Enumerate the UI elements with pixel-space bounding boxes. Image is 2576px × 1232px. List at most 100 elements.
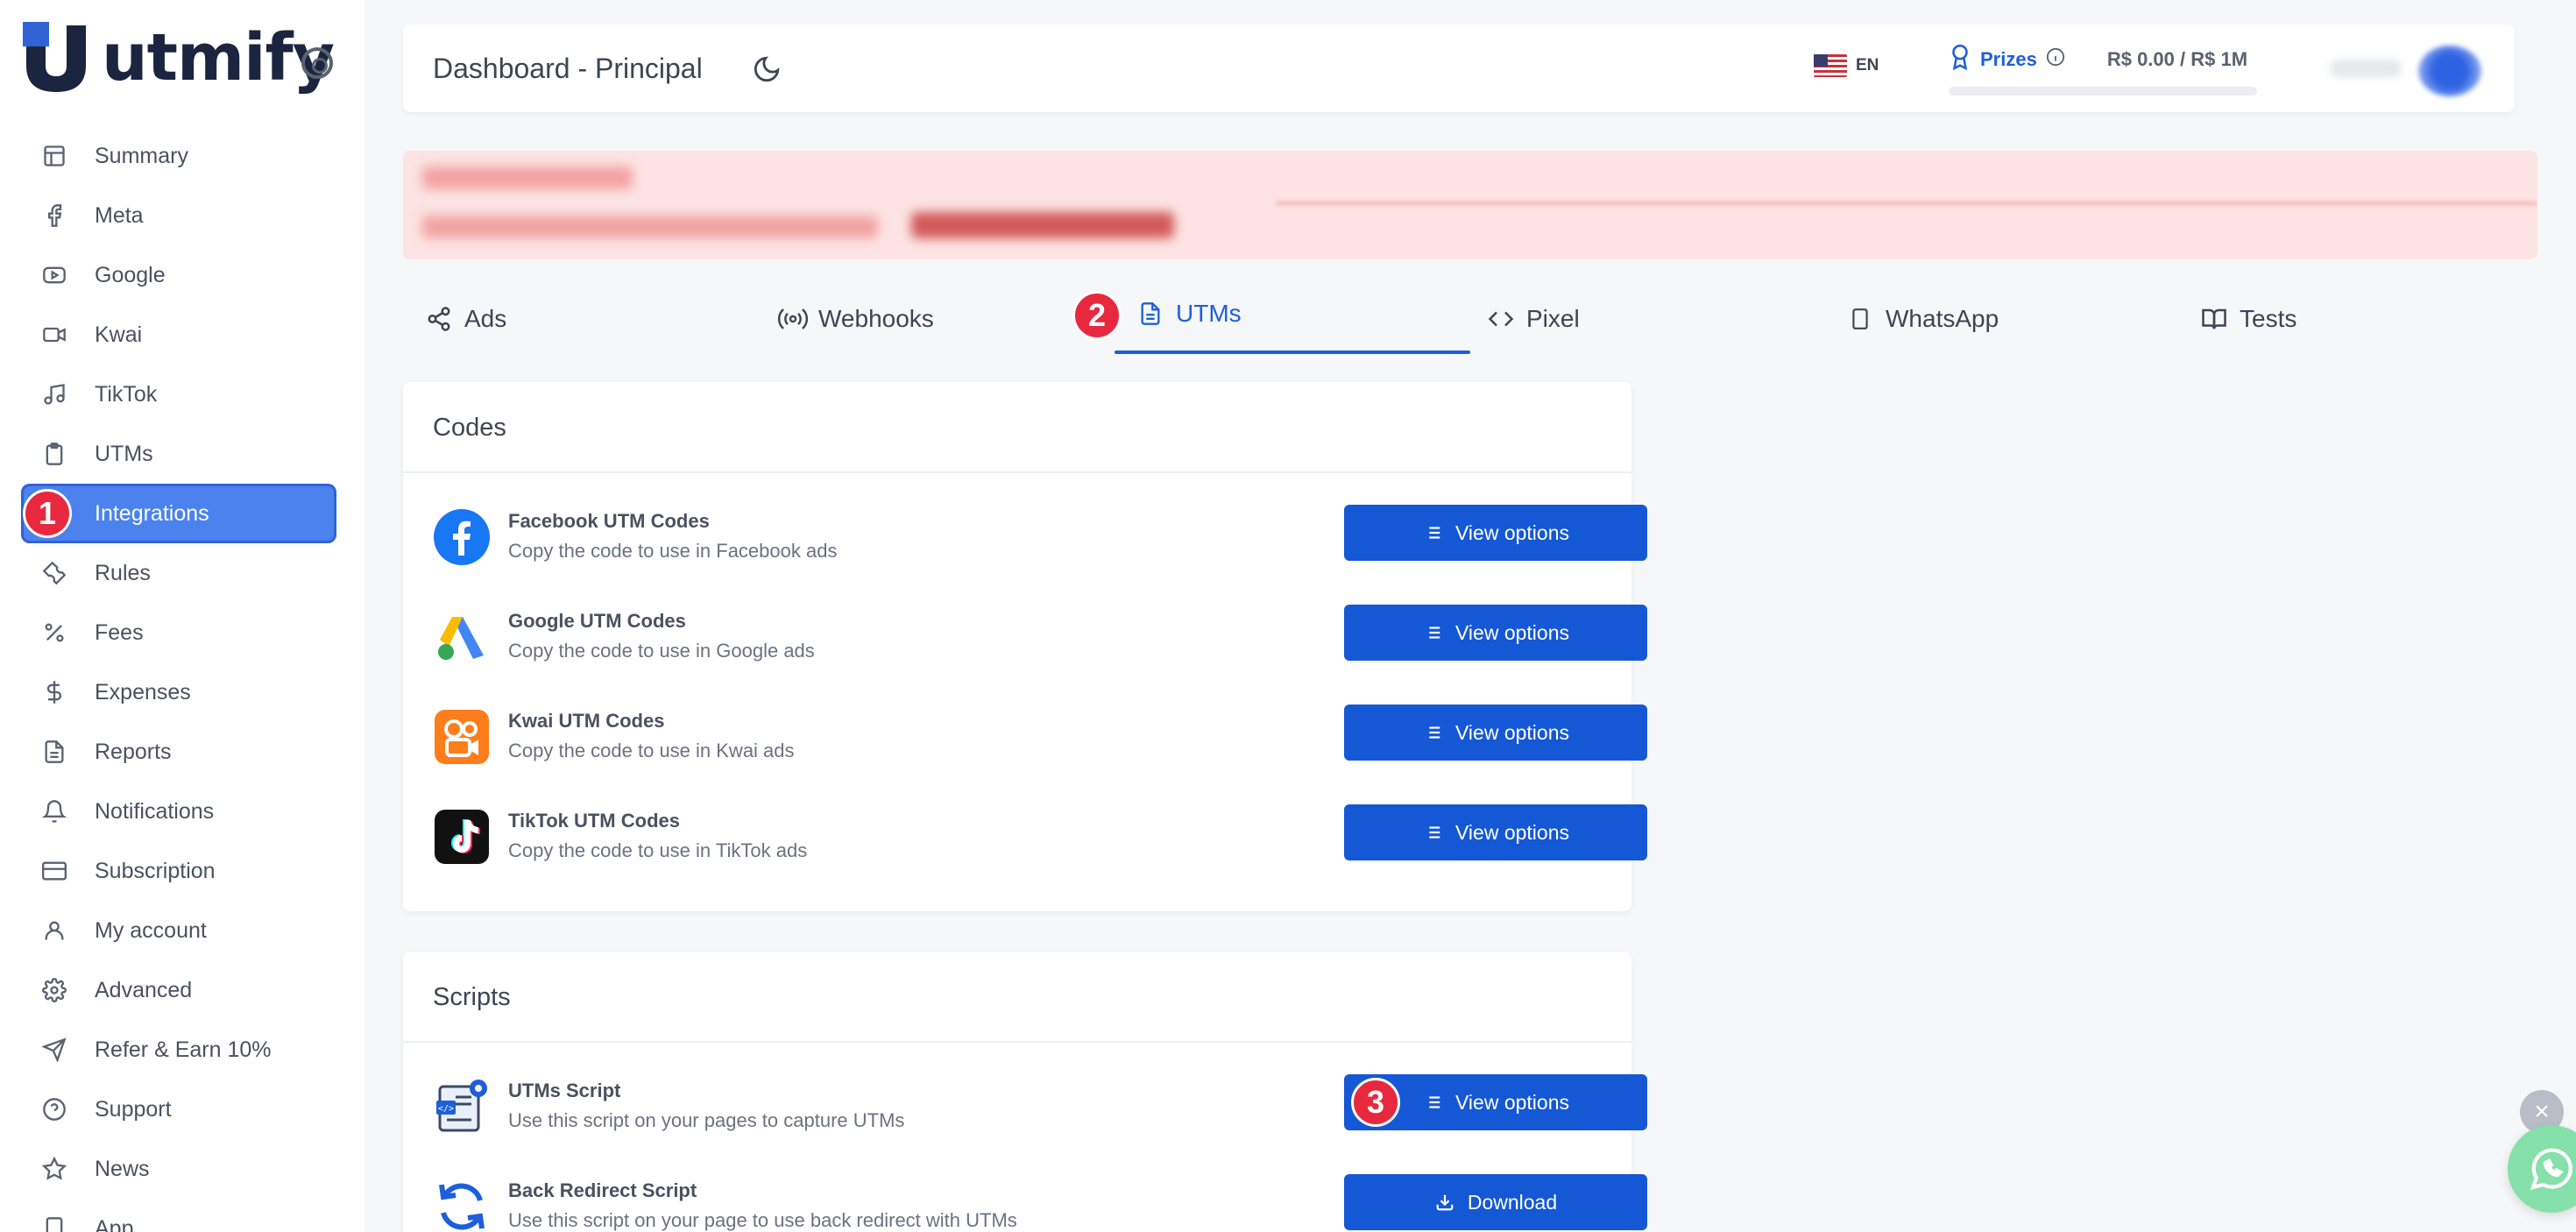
row-subtitle: Copy the code to use in TikTok ads: [508, 839, 808, 861]
view-options-button[interactable]: View options: [1344, 705, 1647, 761]
percent-icon: [40, 619, 68, 647]
language-selector[interactable]: EN: [1814, 54, 1879, 77]
us-flag-icon: [1814, 54, 1847, 77]
youtube-icon: [40, 261, 68, 289]
sidebar-item-expenses[interactable]: Expenses: [21, 662, 336, 722]
clipboard-icon: [40, 440, 68, 468]
view-options-button[interactable]: View options: [1344, 605, 1647, 661]
brand-name: utmify: [102, 20, 335, 96]
sidebar-item-reports[interactable]: Reports: [21, 722, 336, 782]
help-circle-icon: [40, 1095, 68, 1123]
sidebar-item-label: Expenses: [95, 679, 191, 705]
sidebar-item-label: Google: [95, 262, 166, 287]
tab-label: Webhooks: [818, 305, 934, 332]
script-document-icon: </>: [433, 1078, 491, 1136]
tiktok-logo-icon: [433, 808, 491, 866]
alert-divider: [1276, 202, 2537, 205]
tab-tests[interactable]: Tests: [2199, 284, 2296, 354]
tab-whatsapp[interactable]: WhatsApp: [1845, 284, 1999, 354]
sidebar-item-news[interactable]: News: [21, 1139, 336, 1199]
list-icon: [1422, 622, 1443, 643]
gear-icon: [40, 976, 68, 1004]
video-camera-icon: [40, 321, 68, 349]
credit-card-icon: [40, 857, 68, 885]
sidebar-item-summary[interactable]: Summary: [21, 126, 336, 186]
sidebar-item-label: Advanced: [95, 977, 193, 1002]
facebook-icon: [40, 202, 68, 230]
sidebar-item-label: Refer & Earn 10%: [95, 1037, 272, 1062]
alert-blurred-text: [422, 216, 878, 238]
button-label: View options: [1455, 520, 1569, 544]
sidebar-item-support[interactable]: Support: [21, 1080, 336, 1139]
alert-blurred-link[interactable]: [911, 212, 1174, 238]
broadcast-icon: [778, 304, 808, 334]
alert-banner: [403, 151, 2537, 259]
row-subtitle: Use this script on your page to use back…: [508, 1209, 1017, 1231]
active-tab-indicator: [1115, 350, 1470, 354]
user-icon: [40, 917, 68, 945]
step-badge: 3: [1351, 1078, 1400, 1127]
facebook-logo-icon: [433, 508, 491, 566]
sidebar-item-label: Reports: [95, 739, 172, 764]
sidebar-item-google[interactable]: Google: [21, 245, 336, 305]
whatsapp-chat-widget[interactable]: [2508, 1125, 2576, 1213]
prizes-widget[interactable]: Prizes R$ 0.00 / R$ 1M: [1949, 44, 2261, 96]
info-icon[interactable]: [2046, 47, 2065, 71]
sidebar-item-utms[interactable]: UTMs: [21, 424, 336, 484]
sidebar-item-app[interactable]: App: [21, 1199, 336, 1232]
sidebar-item-label: Fees: [95, 620, 144, 645]
row-subtitle: Copy the code to use in Facebook ads: [508, 540, 838, 562]
row-title: Kwai UTM Codes: [508, 710, 665, 732]
row-title: UTMs Script: [508, 1080, 621, 1101]
sidebar-item-fees[interactable]: Fees: [21, 603, 336, 662]
sidebar-item-label: App: [95, 1215, 134, 1232]
view-options-button[interactable]: View options: [1344, 505, 1647, 561]
moon-icon[interactable]: [752, 54, 782, 84]
tab-label: UTMs: [1176, 300, 1242, 327]
sidebar-item-kwai[interactable]: Kwai: [21, 305, 336, 365]
sidebar-item-notifications[interactable]: Notifications: [21, 782, 336, 841]
list-item: Kwai UTM Codes Copy the code to use in K…: [433, 705, 1647, 775]
list-item: </> UTMs Script Use this script on your …: [433, 1074, 1647, 1144]
sidebar-item-my-account[interactable]: My account: [21, 901, 336, 960]
tab-pixel[interactable]: Pixel: [1486, 284, 1580, 354]
step-badge: 1: [23, 489, 72, 538]
tab-label: Tests: [2240, 305, 2297, 332]
page-title: Dashboard - Principal: [433, 53, 703, 84]
sidebar-item-label: Subscription: [95, 858, 216, 883]
view-options-button[interactable]: View options: [1344, 804, 1647, 860]
sidebar-item-label: Rules: [95, 560, 151, 585]
target-icon[interactable]: [301, 47, 333, 79]
sidebar-item-subscription[interactable]: Subscription: [21, 841, 336, 901]
sidebar-item-label: Integrations: [95, 500, 209, 526]
tab-utms[interactable]: UTMs: [1136, 279, 1242, 349]
sidebar-item-rules[interactable]: Rules: [21, 543, 336, 603]
sidebar-item-advanced[interactable]: Advanced: [21, 960, 336, 1020]
row-title: TikTok UTM Codes: [508, 810, 680, 832]
download-button[interactable]: Download: [1344, 1174, 1647, 1230]
language-code: EN: [1856, 56, 1879, 74]
scripts-card: Scripts </> UTMs Script Use this script …: [403, 952, 1647, 1232]
sidebar-nav: Summary Meta Google Kwai TikTok UTMs Int…: [21, 126, 336, 1232]
whatsapp-icon[interactable]: [2508, 1125, 2576, 1213]
brand-logo[interactable]: utmify: [23, 20, 335, 96]
smartphone-icon: [1845, 304, 1875, 334]
star-icon: [40, 1155, 68, 1183]
list-item: Back Redirect Script Use this script on …: [433, 1174, 1647, 1232]
tab-webhooks[interactable]: Webhooks: [778, 284, 934, 354]
tab-ads[interactable]: Ads: [424, 284, 506, 354]
view-options-button[interactable]: View options 3: [1344, 1074, 1647, 1130]
sidebar: utmify Summary Meta Google Kwai TikTok U…: [0, 0, 364, 1232]
sidebar-item-meta[interactable]: Meta: [21, 186, 336, 245]
avatar[interactable]: [2418, 46, 2481, 96]
sidebar-item-tiktok[interactable]: TikTok: [21, 365, 336, 424]
bell-icon: [40, 797, 68, 825]
button-label: Download: [1467, 1190, 1558, 1214]
sidebar-item-integrations[interactable]: Integrations 1: [21, 484, 336, 543]
sidebar-item-label: Support: [95, 1096, 172, 1122]
sidebar-item-label: Notifications: [95, 798, 215, 824]
sidebar-item-refer-earn[interactable]: Refer & Earn 10%: [21, 1020, 336, 1080]
top-header: Dashboard - Principal EN Prizes R$ 0.00 …: [403, 25, 2515, 112]
section-title: Codes: [403, 382, 1631, 473]
share-icon: [424, 304, 454, 334]
